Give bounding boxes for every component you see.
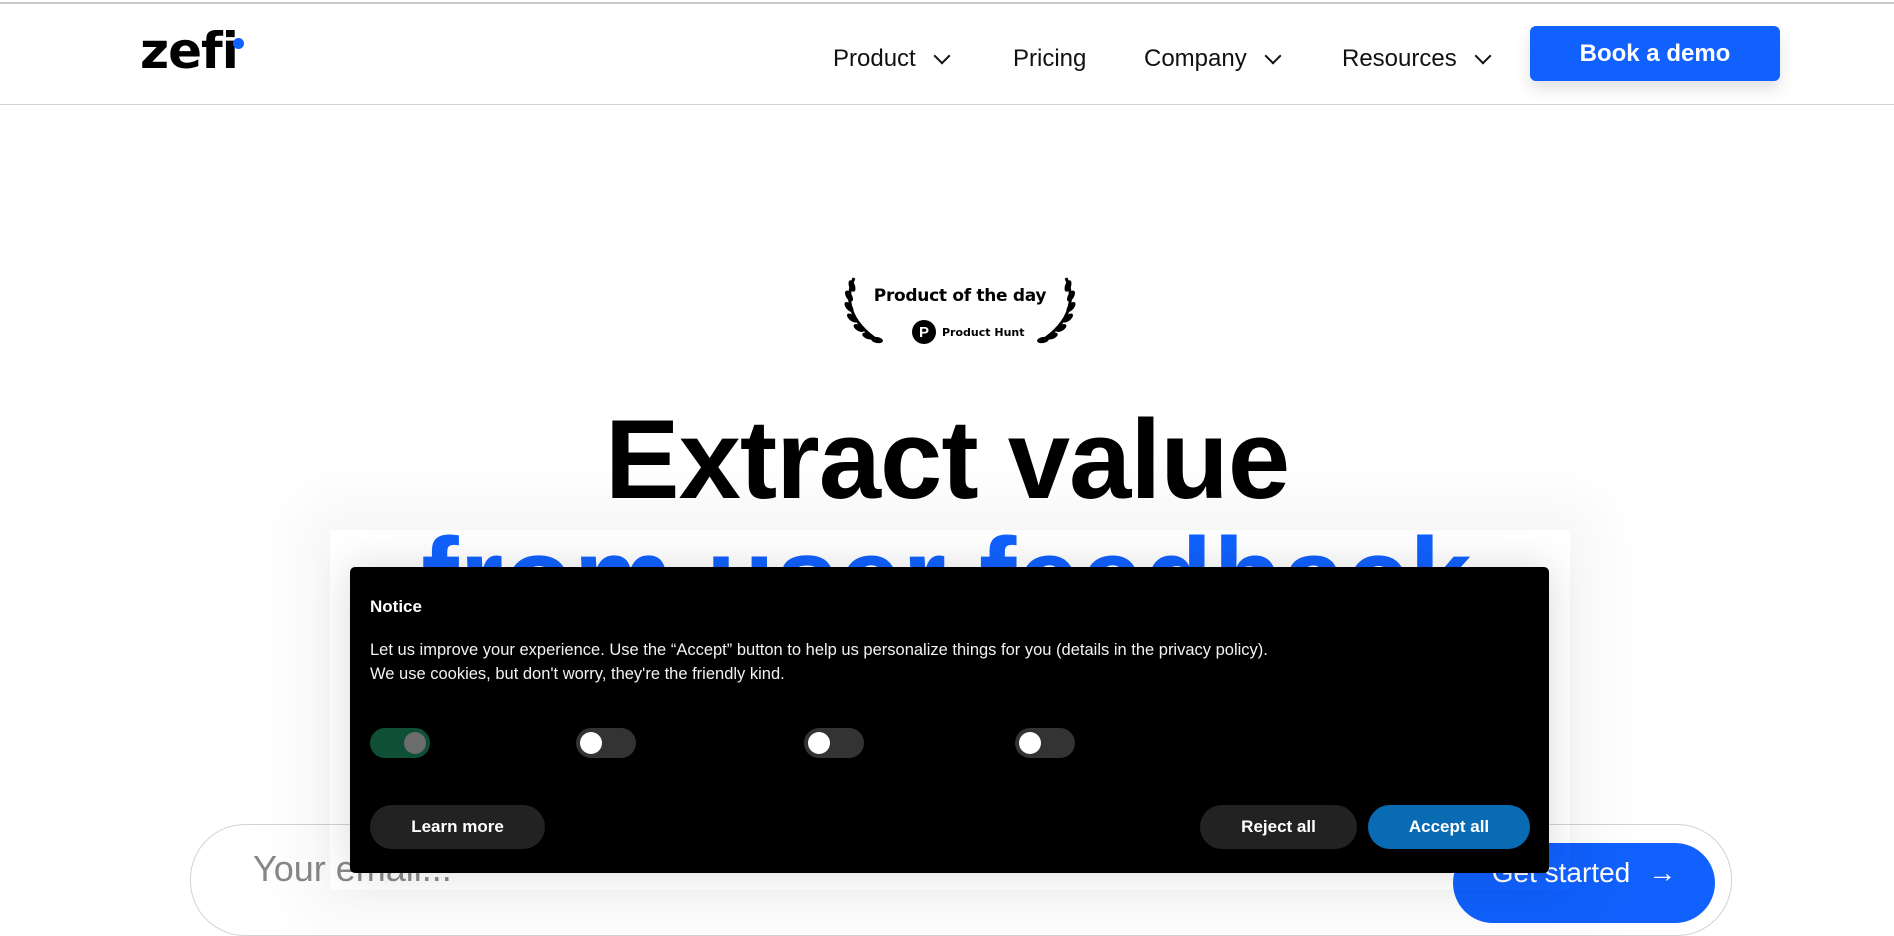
product-hunt-icon: P: [912, 320, 936, 344]
nav-company[interactable]: Company: [1144, 39, 1282, 79]
toggle-knob: [580, 732, 602, 754]
toggle-knob: [1019, 732, 1041, 754]
notice-body-line-2: We use cookies, but don't worry, they're…: [370, 665, 785, 683]
chevron-down-icon: [1474, 47, 1492, 65]
notice-body: Let us improve your experience. Use the …: [370, 638, 1268, 686]
headline-line-1: Extract value: [604, 397, 1290, 522]
chevron-down-icon: [933, 47, 951, 65]
book-demo-button[interactable]: Book a demo: [1530, 26, 1780, 81]
consent-toggle-2[interactable]: [576, 728, 636, 758]
headline-line-2: from user feedback: [0, 516, 1894, 568]
logo-text: zefi: [140, 22, 239, 80]
consent-toggle-4[interactable]: [1015, 728, 1075, 758]
learn-more-button[interactable]: Learn more: [370, 805, 545, 849]
nav-pricing[interactable]: Pricing: [1013, 39, 1086, 79]
nav-label: Pricing: [1013, 45, 1087, 72]
consent-toggle-3[interactable]: [804, 728, 864, 758]
zefi-logo[interactable]: zefi: [140, 26, 244, 76]
logo-dot: [233, 38, 244, 49]
badge-title: Product of the day: [873, 286, 1047, 306]
nav-label: Company: [1144, 45, 1247, 72]
product-of-the-day-badge[interactable]: Product of the day P Product Hunt: [842, 272, 1078, 348]
notice-body-line-1: Let us improve your experience. Use the …: [370, 641, 1268, 659]
nav-product[interactable]: Product: [833, 39, 951, 79]
chevron-down-icon: [1264, 47, 1282, 65]
arrow-right-icon: →: [1648, 857, 1677, 888]
nav-label: Resources: [1342, 45, 1457, 72]
headline-line-2-text: from user feedback: [0, 516, 1894, 568]
reject-all-button[interactable]: Reject all: [1200, 805, 1357, 849]
nav-label: Product: [833, 45, 916, 72]
toggle-knob: [404, 732, 426, 754]
badge-source-label: Product Hunt: [942, 325, 1025, 339]
toggle-knob: [808, 732, 830, 754]
notice-title: Notice: [370, 597, 422, 616]
accept-all-button[interactable]: Accept all: [1368, 805, 1530, 849]
cookie-notice-dialog: Notice Let us improve your experience. U…: [350, 567, 1549, 873]
nav-resources[interactable]: Resources: [1342, 39, 1492, 79]
consent-toggle-necessary[interactable]: [370, 728, 430, 758]
badge-source: P Product Hunt: [912, 320, 1024, 344]
site-header: zefi Product Pricing Company Resources B…: [0, 4, 1894, 105]
